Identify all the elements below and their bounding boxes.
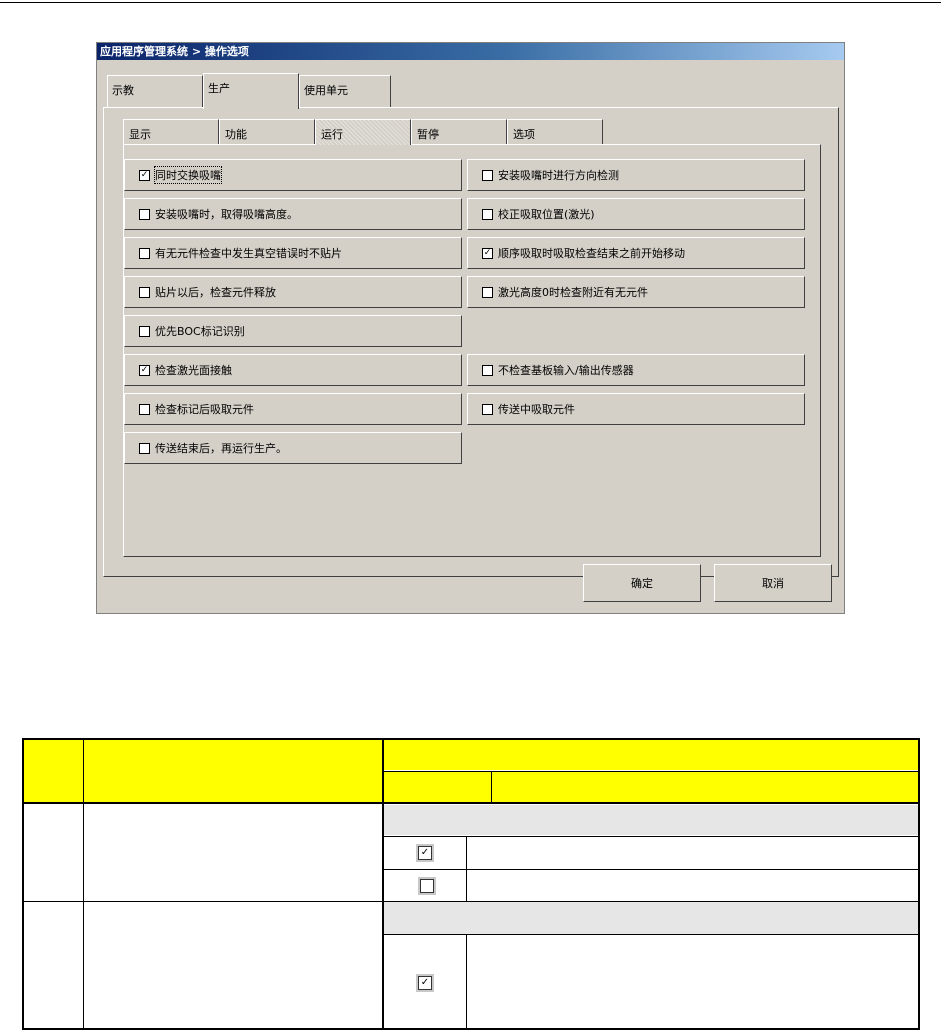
option-check-laser-contact[interactable]: ✓ 检查激光面接触: [124, 354, 462, 386]
option-laser-height-zero-check[interactable]: 激光高度0时检查附近有无元件: [467, 276, 805, 308]
option-move-before-pick-check[interactable]: ✓ 顺序吸取时吸取检查结束之前开始移动: [467, 237, 805, 269]
checkbox[interactable]: [482, 364, 493, 376]
tab-label: 功能: [225, 128, 247, 141]
divider: [384, 934, 918, 935]
option-label: 传送中吸取元件: [498, 403, 575, 416]
tab-use-units[interactable]: 使用单元: [299, 75, 391, 107]
option-label: 优先BOC标记识别: [155, 325, 245, 338]
option-get-nozzle-height[interactable]: 安装吸嘴时，取得吸嘴高度。: [124, 198, 462, 230]
checkbox[interactable]: [482, 169, 493, 181]
tab-label: 显示: [129, 128, 151, 141]
operation-options-dialog: 应用程序管理系统 > 操作选项 示教 生产 使用单元 显示 功能 运行 暂停 选…: [96, 42, 845, 614]
checkbox[interactable]: [139, 286, 150, 298]
tab-label: 选项: [513, 128, 535, 141]
option-direction-check-on-nozzle[interactable]: 安装吸嘴时进行方向检测: [467, 159, 805, 191]
tab-teach[interactable]: 示教: [107, 75, 203, 107]
divider: [466, 836, 467, 901]
divider: [24, 802, 918, 804]
tab-options[interactable]: 选项: [507, 119, 603, 145]
option-label: 检查标记后吸取元件: [155, 403, 254, 416]
tab-label: 运行: [321, 128, 343, 141]
checkbox[interactable]: [482, 403, 493, 415]
window-title: 应用程序管理系统 > 操作选项: [97, 43, 844, 60]
option-label: 贴片以后，检查元件释放: [155, 286, 276, 299]
tab-production[interactable]: 生产: [203, 73, 299, 109]
header-cell: [24, 740, 382, 802]
tab-label: 示教: [112, 84, 134, 97]
divider: [384, 836, 918, 837]
divider: [382, 740, 384, 1028]
checkbox[interactable]: [482, 208, 493, 220]
option-no-place-on-vacuum-error[interactable]: 有无元件检查中发生真空错误时不贴片: [124, 237, 462, 269]
header-cell: [384, 740, 918, 770]
tab-pause[interactable]: 暂停: [411, 119, 507, 145]
checkbox[interactable]: [482, 286, 493, 298]
divider: [83, 740, 84, 1028]
option-label: 传送结束后，再运行生产。: [155, 442, 287, 455]
option-correct-pick-position[interactable]: 校正吸取位置(激光): [467, 198, 805, 230]
tab-run[interactable]: 运行: [315, 119, 411, 145]
option-label: 激光高度0时检查附近有无元件: [498, 286, 648, 299]
divider: [466, 934, 467, 1028]
option-label: 检查激光面接触: [155, 364, 232, 377]
checkbox[interactable]: ✓: [139, 364, 150, 376]
tab-label: 生产: [208, 82, 230, 95]
option-pick-after-mark-check[interactable]: 检查标记后吸取元件: [124, 393, 462, 425]
option-pick-during-transfer[interactable]: 传送中吸取元件: [467, 393, 805, 425]
option-label: 同时交换吸嘴: [154, 166, 222, 184]
option-no-board-sensor-check[interactable]: 不检查基板输入/输出传感器: [467, 354, 805, 386]
option-run-after-transfer[interactable]: 传送结束后，再运行生产。: [124, 432, 462, 464]
option-priority-boc-mark[interactable]: 优先BOC标记识别: [124, 315, 462, 347]
checkbox[interactable]: [139, 247, 150, 259]
subheader-cell: [384, 902, 918, 934]
tab-label: 使用单元: [304, 84, 348, 97]
option-simultaneous-nozzle-exchange[interactable]: ✓ 同时交换吸嘴: [124, 159, 462, 191]
tab-display[interactable]: 显示: [123, 119, 219, 145]
checked-box-icon: ✓: [418, 976, 432, 990]
divider: [491, 772, 492, 803]
option-check-release-after-place[interactable]: 贴片以后，检查元件释放: [124, 276, 462, 308]
top-rule: [0, 2, 941, 3]
checkbox[interactable]: [139, 208, 150, 220]
checkbox[interactable]: ✓: [482, 247, 493, 259]
ok-button[interactable]: 确定: [583, 564, 701, 602]
option-label: 有无元件检查中发生真空错误时不贴片: [155, 247, 342, 260]
checkbox[interactable]: ✓: [139, 169, 150, 181]
divider: [24, 901, 918, 902]
subheader-cell: [384, 805, 918, 835]
unchecked-box-icon: [420, 879, 434, 893]
checkbox[interactable]: [139, 325, 150, 337]
option-label: 校正吸取位置(激光): [498, 208, 595, 221]
tab-label: 暂停: [417, 128, 439, 141]
option-label: 不检查基板输入/输出传感器: [498, 364, 634, 377]
header-cell: [384, 772, 918, 802]
checkbox[interactable]: [139, 403, 150, 415]
checkbox[interactable]: [139, 442, 150, 454]
checked-box-icon: ✓: [418, 846, 432, 860]
divider: [384, 869, 918, 870]
option-label: 顺序吸取时吸取检查结束之前开始移动: [498, 247, 685, 260]
divider: [384, 771, 918, 772]
option-label: 安装吸嘴时进行方向检测: [498, 169, 619, 182]
option-label: 安装吸嘴时，取得吸嘴高度。: [155, 208, 298, 221]
tab-function[interactable]: 功能: [219, 119, 315, 145]
cancel-button[interactable]: 取消: [714, 564, 832, 602]
options-table: ✓ ✓: [22, 738, 920, 1030]
